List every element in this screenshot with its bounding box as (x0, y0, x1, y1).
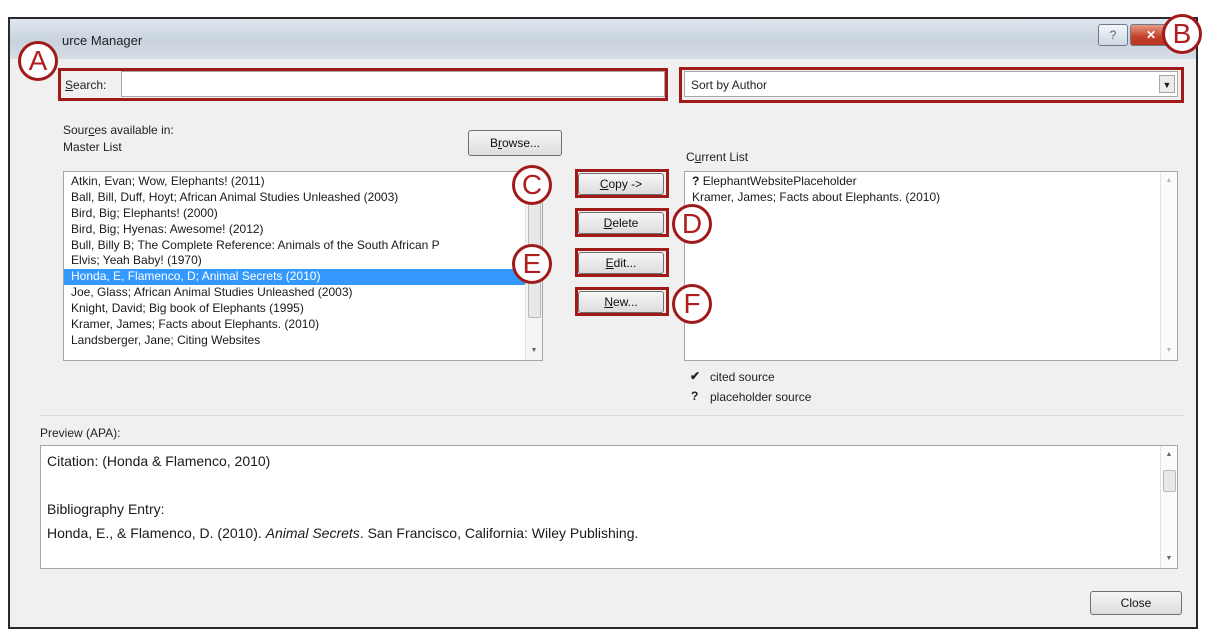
sources-label-post: es available in: (94, 123, 174, 137)
close-button[interactable]: Close (1090, 591, 1182, 615)
divider (40, 415, 1184, 416)
master-list-item[interactable]: Bird, Big; Elephants! (2000) (64, 206, 526, 222)
master-list-items: Atkin, Evan; Wow, Elephants! (2011) Ball,… (64, 174, 526, 349)
master-list-item[interactable]: Joe, Glass; African Animal Studies Unlea… (64, 285, 526, 301)
master-list-item[interactable]: Atkin, Evan; Wow, Elephants! (2011) (64, 174, 526, 190)
browse-pre: B (489, 136, 498, 150)
search-label-accel: S (65, 78, 74, 92)
cited-source-legend: cited source (710, 370, 775, 384)
sort-dropdown[interactable]: Sort by Author ▼ (684, 71, 1178, 97)
master-list-item[interactable]: Bull, Billy B; The Complete Reference: A… (64, 238, 526, 254)
bib-title: Animal Secrets (265, 525, 360, 541)
current-list-item-text: ElephantWebsitePlaceholder (702, 174, 857, 188)
delete-text: elete (612, 216, 639, 230)
browse-button[interactable]: Browse... (468, 130, 562, 156)
scroll-down-icon[interactable]: ▼ (1161, 552, 1177, 566)
title-bar: urce Manager ? ✕ (10, 19, 1196, 59)
callout-c: C (512, 165, 552, 205)
current-list-label: Current List (686, 150, 748, 164)
master-list-item[interactable]: Kramer, James; Facts about Elephants. (2… (64, 317, 526, 333)
placeholder-marker: ? (692, 174, 700, 188)
edit-accel: E (605, 256, 614, 270)
sources-label-pre: Sour (63, 123, 89, 137)
edit-text: dit... (613, 256, 637, 270)
search-label-text: earch: (73, 78, 107, 92)
scroll-up-icon[interactable]: ▲ (1161, 448, 1177, 462)
citation-text: Citation: (Honda & Flamenco, 2010) (47, 453, 271, 469)
callout-d: D (672, 204, 712, 244)
master-list-item[interactable]: Ball, Bill, Duff, Hoyt; African Animal S… (64, 190, 526, 206)
current-list-item-text: Kramer, James; Facts about Elephants. (2… (692, 189, 941, 204)
bib-authors: Honda, E., & Flamenco, D. (2010). (47, 525, 266, 541)
master-list-item[interactable]: Honda, E, Flamenco, D; Animal Secrets (2… (64, 269, 526, 286)
dialog-title: urce Manager (62, 33, 143, 48)
sources-available-label: Sources available in: (63, 123, 174, 137)
master-list-item[interactable]: Bird, Big; Hyenas: Awesome! (2012) (64, 222, 526, 238)
current-list-scrollbar[interactable]: ▲ ▼ (1160, 172, 1177, 360)
preview-label: Preview (APA): (40, 426, 121, 440)
current-label-pre: C (686, 150, 695, 164)
bib-publisher: . San Francisco, California: Wiley Publi… (359, 525, 639, 541)
master-list-item[interactable]: Landsberger, Jane; Citing Websites (64, 333, 526, 349)
search-input[interactable] (121, 71, 665, 97)
scroll-down-icon[interactable]: ▼ (526, 344, 542, 358)
bibliography-heading: Bibliography Entry: (47, 501, 165, 517)
current-list[interactable]: ? ElephantWebsitePlaceholder Kramer, Jam… (684, 171, 1178, 361)
delete-accel: D (603, 216, 613, 230)
master-list[interactable]: Atkin, Evan; Wow, Elephants! (2011) Ball,… (63, 171, 543, 361)
master-list-item[interactable]: Elvis; Yeah Baby! (1970) (64, 253, 526, 269)
check-icon: ✔ (690, 369, 701, 383)
preview-scroll-thumb[interactable] (1163, 470, 1176, 492)
copy-text: opy -> (608, 177, 643, 191)
master-list-label: Master List (63, 140, 122, 154)
placeholder-source-legend: placeholder source (710, 390, 812, 404)
new-text: ew... (612, 295, 638, 309)
callout-f: F (672, 284, 712, 324)
callout-b: B (1162, 14, 1202, 54)
scroll-down-icon[interactable]: ▼ (1161, 344, 1177, 358)
bibliography-entry: Honda, E., & Flamenco, D. (2010). Animal… (47, 525, 638, 541)
source-manager-dialog: urce Manager ? ✕ Search: Sort by Author ▼… (8, 14, 1202, 629)
preview-pane[interactable]: Citation: (Honda & Flamenco, 2010) Bibli… (40, 445, 1178, 569)
preview-scrollbar[interactable]: ▲ ▼ (1160, 446, 1177, 568)
copy-button[interactable]: Copy -> (578, 173, 664, 195)
browse-post: owse... (502, 136, 541, 150)
delete-button[interactable]: Delete (578, 212, 664, 234)
title-buttons: ? ✕ (1098, 24, 1172, 46)
edit-button[interactable]: Edit... (578, 252, 664, 274)
question-icon: ? (691, 389, 699, 403)
current-list-item[interactable]: Kramer, James; Facts about Elephants. (2… (685, 190, 1177, 206)
new-accel: N (604, 295, 613, 309)
help-button[interactable]: ? (1098, 24, 1128, 46)
current-label-post: rrent List (701, 150, 749, 164)
chevron-down-icon[interactable]: ▼ (1159, 75, 1175, 93)
scroll-up-icon[interactable]: ▲ (1161, 174, 1177, 188)
search-label: Search: (65, 78, 106, 92)
sort-selected-value: Sort by Author (691, 78, 768, 92)
master-list-item[interactable]: Knight, David; Big book of Elephants (19… (64, 301, 526, 317)
current-list-item[interactable]: ? ElephantWebsitePlaceholder (685, 174, 1177, 190)
new-button[interactable]: New... (578, 291, 664, 313)
callout-e: E (512, 244, 552, 284)
callout-a: A (18, 41, 58, 81)
